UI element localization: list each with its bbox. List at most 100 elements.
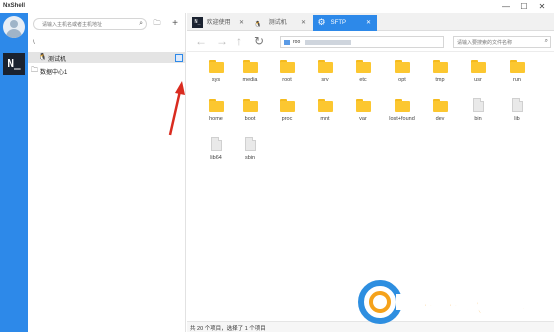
folder-icon [318,60,333,73]
folder-item[interactable]: tmp [421,57,459,93]
gear-icon: ⚙ [317,16,326,27]
file-name: etc [359,77,367,83]
file-name: dev [435,116,445,122]
file-name: root [282,77,292,83]
linux-penguin-icon: 🐧 [38,54,47,61]
file-name: lib64 [210,155,222,161]
session-item[interactable]: 🐧 测试机 [28,52,185,63]
maximize-button[interactable]: ☐ [515,1,533,12]
file-icon [211,137,222,151]
folder-item[interactable]: root [268,57,306,93]
folder-icon [209,60,224,73]
new-folder-button[interactable]: 🗀 [151,18,163,30]
up-arrow-icon[interactable]: ↑ [236,34,242,48]
path-text: roo [293,39,301,45]
folder-icon [395,60,410,73]
file-name: proc [281,116,293,122]
session-item-label: 测试机 [48,57,67,63]
folder-icon: 🗀 [31,67,38,74]
tab-welcome[interactable]: N_ 欢迎使用 ✕ [189,15,249,31]
path-redacted [305,40,351,45]
tab-label: 欢迎使用 [206,20,231,26]
file-icon [512,98,523,112]
folder-icon [318,99,333,112]
folder-item[interactable]: lost+found [383,96,421,132]
folder-icon [356,60,371,73]
folder-icon [471,60,486,73]
file-item[interactable]: bin [459,96,497,132]
watermark-text: 西西软件园 [408,289,537,318]
status-text: 共 20 个项目，选择了 1 个项目 [190,326,266,332]
file-name: lib [514,116,520,122]
host-search-placeholder: 请输入主机名或者主机地址 [42,22,103,28]
folder-icon [510,60,525,73]
folder-icon [284,40,290,45]
folder-item[interactable]: etc [344,57,382,93]
title-bar: NxShell — ☐ ✕ [0,0,554,13]
folder-item[interactable]: run [498,57,536,93]
minimize-button[interactable]: — [497,1,515,12]
folder-item[interactable]: sys [197,57,235,93]
search-icon[interactable]: ⌕ [139,20,143,28]
nxshell-logo-icon: N_ [192,16,203,28]
file-item[interactable]: lib64 [197,135,235,171]
folder-item[interactable]: opt [383,57,421,93]
folder-icon [280,99,295,112]
user-avatar-icon[interactable] [3,16,25,38]
add-session-button[interactable]: + [169,18,181,30]
nxshell-logo-icon[interactable]: N_ [3,53,25,75]
path-input[interactable]: roo [280,36,444,48]
search-icon[interactable]: ⌕ [545,38,548,45]
close-tab-icon[interactable]: ✕ [239,15,244,31]
tab-bar: N_ 欢迎使用 ✕ 🐧 测试机 ✕ ⚙ SFTP ✕ [187,13,554,31]
left-rail: N_ [0,13,28,332]
file-name: tmp [435,77,445,83]
file-item[interactable]: sbin [231,135,269,171]
app-title: NxShell [3,3,26,9]
folder-item[interactable]: var [344,96,382,132]
back-arrow-icon[interactable]: ← [195,34,207,48]
file-search-input[interactable]: 请输入要搜索的文件名称 ⌕ [453,36,551,48]
tab-test-machine[interactable]: 🐧 测试机 ✕ [251,15,311,31]
forward-arrow-icon[interactable]: → [216,34,228,48]
session-group-label: 数据中心1 [40,70,68,76]
folder-item[interactable]: dev [421,96,459,132]
file-icon [245,137,256,151]
file-name: boot [244,116,256,122]
file-name: lost+found [389,116,415,122]
folder-item[interactable]: home [197,96,235,132]
file-name: sbin [244,155,256,161]
tree-root[interactable]: \ [33,40,35,46]
close-window-button[interactable]: ✕ [533,1,551,12]
file-name: sys [211,77,221,83]
folder-icon [243,60,258,73]
folder-item[interactable]: usr [459,57,497,93]
tab-label: 测试机 [268,20,287,26]
session-panel: 请输入主机名或者主机地址 ⌕ 🗀 + \ 🐧 测试机 🗀 数据中心1 [28,13,186,332]
nxshell-window: NxShell — ☐ ✕ N_ 请输入主机名或者主机地址 ⌕ 🗀 + \ 🐧 … [0,0,554,332]
file-icon [473,98,484,112]
file-item[interactable]: lib [498,96,536,132]
sftp-toolbar: ← → ↑ ↻ roo 请输入要搜索的文件名称 ⌕ [187,32,554,52]
folder-item[interactable]: media [231,57,269,93]
folder-icon [243,99,258,112]
folder-item[interactable]: mnt [306,96,344,132]
linux-penguin-icon: 🐧 [254,21,262,28]
tab-label: SFTP [330,20,347,26]
folder-icon [280,60,295,73]
file-name: home [209,116,223,122]
file-name: media [242,77,258,83]
folder-item[interactable]: srv [306,57,344,93]
close-tab-icon[interactable]: ✕ [301,15,306,31]
folder-icon [356,99,371,112]
session-group-item[interactable]: 🗀 数据中心1 [28,65,185,76]
file-name: srv [321,77,329,83]
open-sftp-icon[interactable] [175,54,183,62]
file-search-placeholder: 请输入要搜索的文件名称 [457,40,513,46]
folder-item[interactable]: boot [231,96,269,132]
folder-item[interactable]: proc [268,96,306,132]
host-search-input[interactable]: 请输入主机名或者主机地址 ⌕ [33,18,147,30]
close-tab-icon[interactable]: ✕ [366,15,371,31]
tab-sftp[interactable]: ⚙ SFTP ✕ [313,15,377,31]
refresh-icon[interactable]: ↻ [254,34,264,48]
